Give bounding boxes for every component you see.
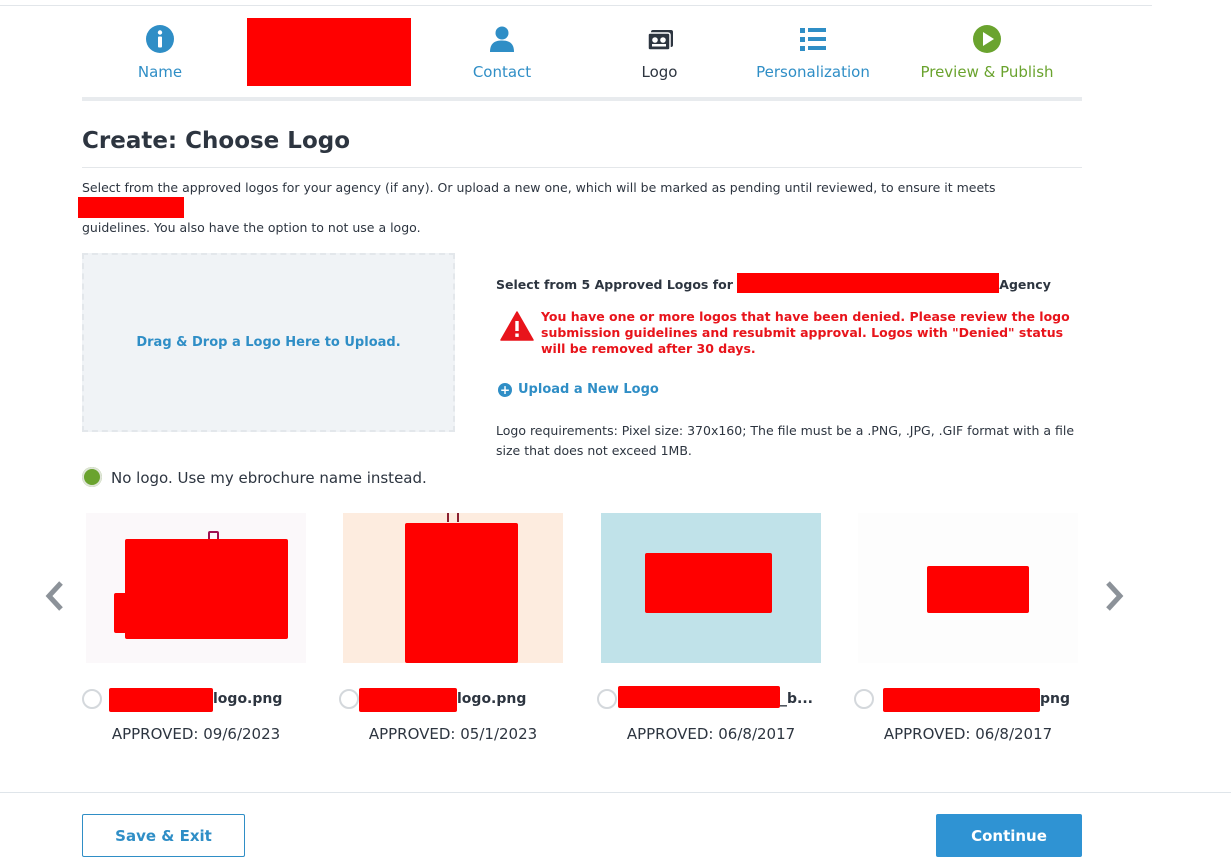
carousel-next-button[interactable] bbox=[1102, 580, 1126, 612]
warning-text: You have one or more logos that have bee… bbox=[541, 309, 1070, 356]
redacted-logo bbox=[405, 523, 518, 663]
logo-radio[interactable] bbox=[339, 689, 359, 709]
step-track bbox=[82, 97, 1082, 101]
continue-button[interactable]: Continue bbox=[936, 814, 1082, 857]
play-icon bbox=[973, 25, 1001, 53]
redacted-brand bbox=[78, 197, 184, 218]
person-icon bbox=[490, 26, 514, 52]
footer-divider bbox=[0, 792, 1231, 793]
step-navigation: Name Contact Logo Personalization Previe… bbox=[82, 18, 1082, 102]
logo-filename: png bbox=[1040, 691, 1071, 707]
no-logo-radio[interactable] bbox=[82, 467, 102, 487]
step-logo-label: Logo bbox=[641, 63, 678, 81]
step-preview-label: Preview & Publish bbox=[920, 63, 1054, 81]
camera-icon bbox=[646, 30, 673, 51]
logo-requirements: Logo requirements: Pixel size: 370x160; … bbox=[496, 423, 1075, 458]
redacted-step bbox=[247, 18, 411, 86]
redacted-logo bbox=[125, 539, 288, 639]
step-name[interactable]: Name bbox=[110, 18, 210, 98]
redacted-filename bbox=[618, 686, 780, 708]
save-exit-button[interactable]: Save & Exit bbox=[82, 814, 245, 857]
logo-thumbnail[interactable] bbox=[86, 513, 306, 663]
logo-radio[interactable] bbox=[82, 689, 102, 709]
info-icon bbox=[146, 25, 174, 53]
step-name-label: Name bbox=[137, 63, 183, 81]
carousel-prev-button[interactable] bbox=[43, 580, 67, 612]
step-logo[interactable]: Logo bbox=[581, 18, 738, 101]
plus-circle-icon: + bbox=[498, 383, 512, 397]
logo-status: APPROVED: 05/1/2023 bbox=[368, 725, 538, 743]
redacted-logo bbox=[645, 553, 772, 613]
page-title: Create: Choose Logo bbox=[82, 128, 351, 154]
redacted-agency-name bbox=[737, 273, 1000, 293]
approved-logos-suffix: Agency bbox=[999, 277, 1051, 292]
step-personalization-label: Personalization bbox=[756, 63, 870, 81]
top-divider bbox=[0, 5, 1152, 6]
dropzone-text: Drag & Drop a Logo Here to Upload. bbox=[136, 335, 401, 350]
intro-line-2: guidelines. You also have the option to … bbox=[82, 220, 421, 235]
redacted-filename bbox=[359, 688, 457, 712]
logo-filename: logo.png bbox=[213, 691, 283, 707]
logo-thumbnail[interactable] bbox=[601, 513, 821, 663]
approved-logos-heading: Select from 5 Approved Logos for Agency bbox=[496, 273, 1051, 293]
logo-thumbnail[interactable] bbox=[858, 513, 1078, 663]
chevron-left-icon bbox=[45, 581, 63, 611]
upload-link-label: Upload a New Logo bbox=[518, 382, 659, 397]
redacted-filename bbox=[109, 688, 213, 712]
logo-thumbnail[interactable] bbox=[343, 513, 563, 663]
logo-status: APPROVED: 09/6/2023 bbox=[111, 725, 281, 743]
logo-radio[interactable] bbox=[854, 689, 874, 709]
logo-fragment bbox=[447, 513, 459, 522]
chevron-right-icon bbox=[1106, 581, 1124, 611]
title-divider bbox=[82, 167, 1082, 168]
redacted-filename bbox=[883, 688, 1040, 712]
upload-new-logo-link[interactable]: + Upload a New Logo bbox=[498, 382, 659, 397]
step-preview-publish[interactable]: Preview & Publish bbox=[912, 18, 1062, 98]
logo-dropzone[interactable]: Drag & Drop a Logo Here to Upload. bbox=[82, 253, 455, 432]
logo-status: APPROVED: 06/8/2017 bbox=[626, 725, 796, 743]
step-contact[interactable]: Contact bbox=[452, 18, 552, 98]
list-icon bbox=[800, 28, 826, 51]
approved-logos-prefix: Select from 5 Approved Logos for bbox=[496, 277, 733, 292]
redacted-logo bbox=[927, 566, 1029, 613]
step-personalization[interactable]: Personalization bbox=[748, 18, 878, 98]
redacted-logo-part bbox=[114, 593, 134, 633]
intro-text: Select from the approved logos for your … bbox=[78, 178, 1062, 237]
logo-status: APPROVED: 06/8/2017 bbox=[883, 725, 1053, 743]
logo-filename: logo.png bbox=[457, 691, 527, 707]
step-contact-label: Contact bbox=[472, 63, 532, 81]
no-logo-label: No logo. Use my ebrochure name instead. bbox=[111, 469, 427, 487]
intro-line-1: Select from the approved logos for your … bbox=[82, 180, 996, 195]
logo-filename: _b... bbox=[780, 691, 813, 707]
warning-icon bbox=[500, 311, 534, 341]
logo-radio[interactable] bbox=[597, 689, 617, 709]
